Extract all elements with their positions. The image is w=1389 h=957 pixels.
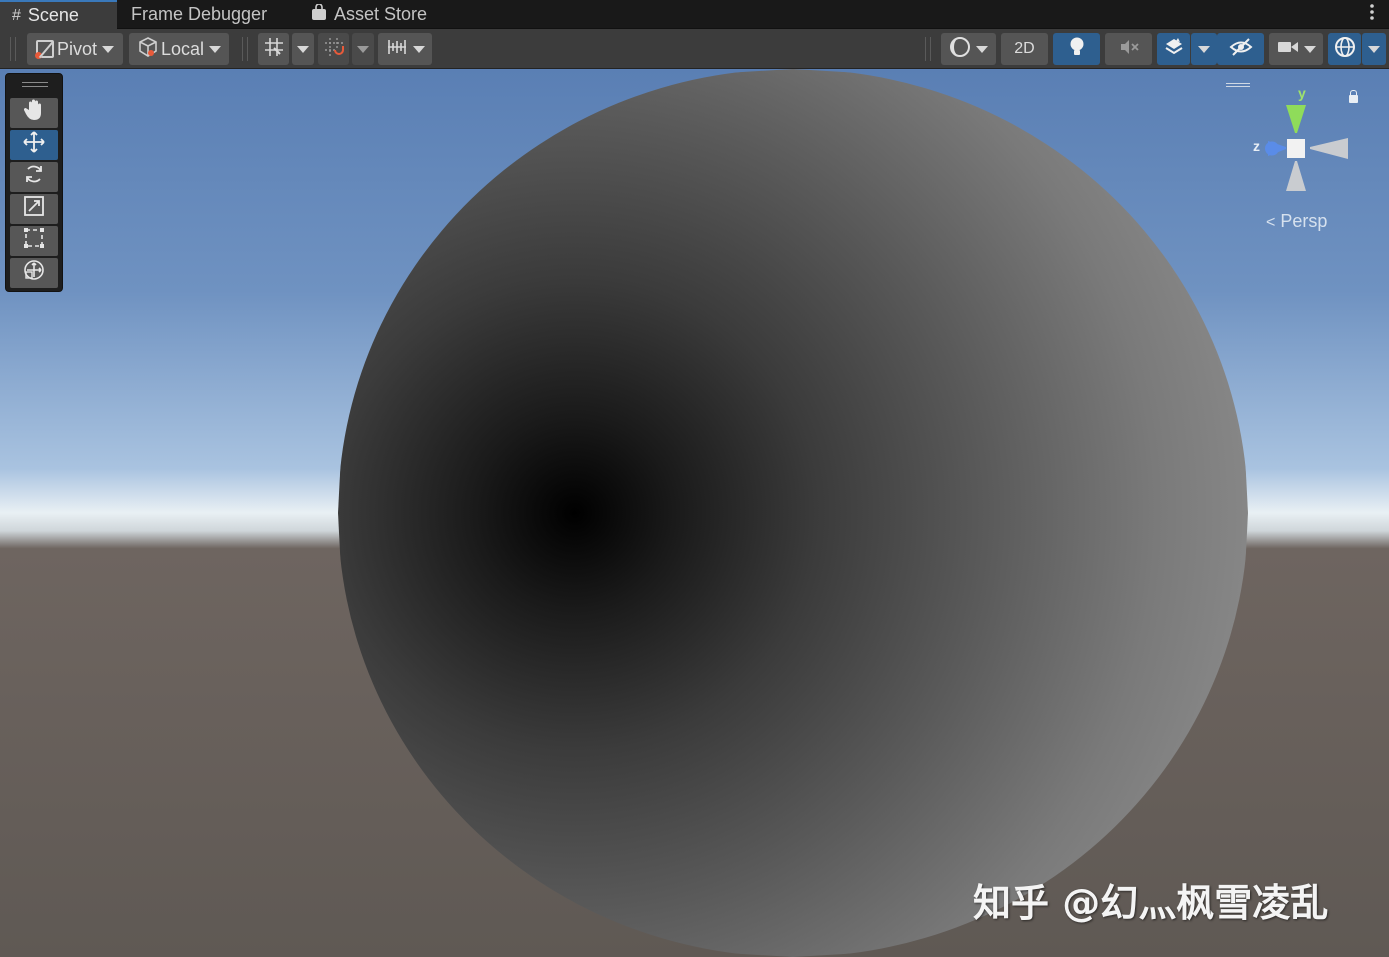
tab-scene-label: Scene xyxy=(27,5,79,25)
effects-toggle-button[interactable] xyxy=(1157,33,1190,65)
chevron-down-icon xyxy=(976,45,988,53)
rect-icon xyxy=(23,227,45,255)
increment-snap-icon xyxy=(323,36,345,63)
grid-snap-button[interactable] xyxy=(258,33,289,65)
transform-tool-button[interactable] xyxy=(10,258,58,288)
audio-toggle-button[interactable] xyxy=(1105,33,1152,65)
projection-label: Persp xyxy=(1280,211,1328,231)
2d-label: 2D xyxy=(1014,40,1035,57)
chevron-down-icon xyxy=(357,45,369,53)
lighting-toggle-button[interactable] xyxy=(1053,33,1100,65)
move-tool-button[interactable] xyxy=(10,130,58,160)
toolbar-grip[interactable] xyxy=(925,37,931,61)
camera-dropdown[interactable] xyxy=(1269,33,1323,65)
gizmo-globe-icon xyxy=(1333,35,1357,64)
orientation-gizmo[interactable]: y z < Persp xyxy=(1224,77,1364,237)
increment-snap-button[interactable] xyxy=(318,33,349,65)
grid-snap-dropdown[interactable] xyxy=(292,33,314,65)
cube-icon xyxy=(137,36,159,63)
move-icon xyxy=(22,130,46,160)
chevron-down-icon xyxy=(1198,45,1210,53)
tab-bar: # Scene Frame Debugger Asset Store xyxy=(0,0,1389,29)
scale-tool-button[interactable] xyxy=(10,194,58,224)
tab-frame-debugger-label: Frame Debugger xyxy=(131,4,268,24)
draw-mode-dropdown[interactable] xyxy=(941,33,996,65)
more-options-icon[interactable] xyxy=(1369,3,1375,26)
hand-icon xyxy=(23,98,45,128)
tab-asset-store-label: Asset Store xyxy=(334,4,428,24)
scene-visibility-button[interactable] xyxy=(1217,33,1264,65)
projection-toggle[interactable]: < Persp xyxy=(1266,211,1327,232)
tab-scene[interactable]: # Scene xyxy=(0,0,117,29)
transform-icon xyxy=(22,258,46,288)
camera-icon xyxy=(1277,39,1299,60)
2d-toggle-button[interactable]: 2D xyxy=(1001,33,1048,65)
chevron-down-icon xyxy=(412,45,425,53)
chevron-down-icon xyxy=(102,45,115,53)
shopping-bag-icon xyxy=(311,2,327,26)
toolbar-grip[interactable] xyxy=(10,37,16,61)
grid-snap-icon xyxy=(263,36,285,63)
tool-palette xyxy=(5,73,63,292)
chevron-down-icon xyxy=(1303,45,1316,53)
scene-toolbar: Pivot Local 2D xyxy=(0,29,1389,69)
palette-drag-handle[interactable] xyxy=(22,82,48,87)
tab-asset-store[interactable]: Asset Store xyxy=(311,0,427,29)
pivot-icon xyxy=(34,40,54,59)
watermark-text: 知乎 @幻灬枫雪凌乱 xyxy=(973,881,1329,925)
chevron-down-icon xyxy=(209,45,222,53)
mute-speaker-icon xyxy=(1118,37,1140,62)
ruler-icon xyxy=(386,37,408,62)
rotate-icon xyxy=(22,162,46,192)
layers-icon xyxy=(1163,36,1185,63)
sphere-object[interactable] xyxy=(338,69,1248,957)
light-bulb-icon xyxy=(1069,36,1085,63)
increment-snap-dropdown[interactable] xyxy=(352,33,374,65)
chevron-left-icon: < xyxy=(1266,214,1276,231)
tab-frame-debugger[interactable]: Frame Debugger xyxy=(131,0,267,29)
effects-dropdown[interactable] xyxy=(1191,33,1217,65)
pivot-dropdown[interactable]: Pivot xyxy=(27,33,123,65)
gizmos-dropdown[interactable] xyxy=(1362,33,1386,65)
hidden-eye-icon xyxy=(1229,37,1253,62)
shading-sphere-icon xyxy=(949,36,971,63)
scale-icon xyxy=(23,195,45,223)
scene-viewport[interactable] xyxy=(0,69,1389,957)
ruler-dropdown[interactable] xyxy=(378,33,432,65)
local-dropdown[interactable]: Local xyxy=(129,33,229,65)
hand-tool-button[interactable] xyxy=(10,98,58,128)
gizmos-toggle-button[interactable] xyxy=(1328,33,1361,65)
pivot-label: Pivot xyxy=(56,38,98,59)
chevron-down-icon xyxy=(297,45,309,53)
chevron-down-icon xyxy=(1368,45,1380,53)
axis-cones-icon[interactable] xyxy=(1224,77,1364,207)
rotate-tool-button[interactable] xyxy=(10,162,58,192)
grid-icon: # xyxy=(12,6,21,24)
toolbar-grip[interactable] xyxy=(242,37,248,61)
rect-tool-button[interactable] xyxy=(10,226,58,256)
local-label: Local xyxy=(160,38,205,59)
